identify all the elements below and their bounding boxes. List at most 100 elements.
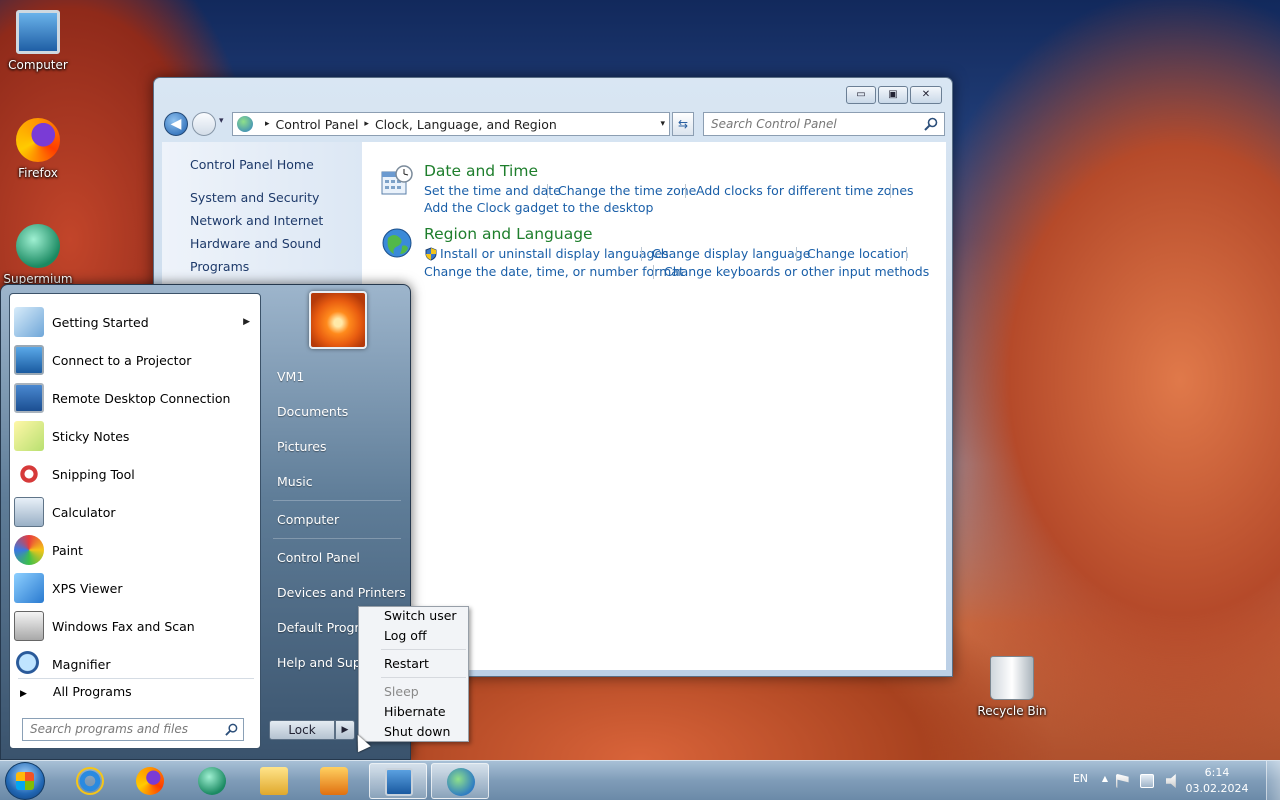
taskbar-remote-desktop[interactable] bbox=[369, 763, 427, 799]
sidebar-link-network-internet[interactable]: Network and Internet bbox=[190, 213, 323, 228]
action-center-flag-icon[interactable] bbox=[1116, 774, 1129, 788]
link-change-display-language[interactable]: Change display language bbox=[652, 246, 810, 261]
start-menu-programs-panel: Getting Started ▶ Connect to a Projector… bbox=[9, 293, 261, 749]
desktop-icon-supermium[interactable]: Supermium bbox=[0, 224, 80, 286]
windows-logo-icon bbox=[16, 772, 34, 790]
taskbar-media-player[interactable] bbox=[305, 763, 363, 799]
calculator-icon bbox=[14, 497, 44, 527]
sidebar-link-programs[interactable]: Programs bbox=[190, 259, 249, 274]
category-title-date-time[interactable]: Date and Time bbox=[424, 162, 538, 180]
taskbar-internet-explorer[interactable] bbox=[61, 763, 119, 799]
supermium-icon bbox=[16, 224, 60, 268]
volume-muted-icon[interactable] bbox=[1166, 774, 1176, 788]
link-change-location[interactable]: Change location bbox=[807, 246, 908, 261]
internet-explorer-icon bbox=[76, 767, 104, 795]
network-icon[interactable] bbox=[1140, 774, 1154, 788]
minimize-button[interactable]: ▭ bbox=[846, 86, 876, 104]
language-indicator[interactable]: EN bbox=[1073, 772, 1088, 785]
program-label: Getting Started bbox=[52, 314, 149, 330]
start-button[interactable] bbox=[5, 762, 45, 800]
desktop-icon-recycle-bin[interactable]: Recycle Bin bbox=[970, 656, 1054, 718]
taskbar-file-explorer[interactable] bbox=[245, 763, 303, 799]
program-getting-started[interactable]: Getting Started ▶ bbox=[14, 304, 258, 340]
address-dropdown-icon[interactable]: ▾ bbox=[660, 119, 665, 129]
control-panel-search-input[interactable]: Search Control Panel bbox=[703, 112, 945, 136]
places-pictures[interactable]: Pictures bbox=[277, 439, 327, 454]
forward-button[interactable] bbox=[192, 112, 216, 136]
category-title-region-language[interactable]: Region and Language bbox=[424, 225, 593, 243]
control-panel-content: Date and Time Set the time and date Chan… bbox=[362, 142, 946, 670]
link-divider bbox=[685, 184, 686, 198]
search-icon[interactable] bbox=[924, 117, 938, 131]
menu-item-hibernate[interactable]: Hibernate bbox=[384, 704, 446, 719]
program-connect-projector[interactable]: Connect to a Projector bbox=[14, 342, 258, 378]
start-menu: Getting Started ▶ Connect to a Projector… bbox=[0, 284, 411, 760]
clock-date: 03.02.2024 bbox=[1185, 782, 1249, 795]
snipping-tool-icon bbox=[14, 459, 44, 489]
places-control-panel[interactable]: Control Panel bbox=[277, 550, 360, 565]
program-sticky-notes[interactable]: Sticky Notes bbox=[14, 418, 258, 454]
link-change-keyboards[interactable]: Change keyboards or other input methods bbox=[664, 264, 929, 279]
start-search-placeholder: Search programs and files bbox=[30, 722, 188, 736]
program-remote-desktop[interactable]: Remote Desktop Connection bbox=[14, 380, 258, 416]
sidebar-link-home[interactable]: Control Panel Home bbox=[190, 157, 314, 172]
sidebar-link-hardware-sound[interactable]: Hardware and Sound bbox=[190, 236, 321, 251]
program-calculator[interactable]: Calculator bbox=[14, 494, 258, 530]
program-xps-viewer[interactable]: XPS Viewer bbox=[14, 570, 258, 606]
clock-calendar-icon bbox=[381, 165, 413, 195]
globe-icon bbox=[382, 228, 412, 258]
breadcrumb-control-panel[interactable]: Control Panel bbox=[276, 117, 359, 132]
places-documents[interactable]: Documents bbox=[277, 404, 348, 419]
link-add-clock-gadget[interactable]: Add the Clock gadget to the desktop bbox=[424, 200, 654, 215]
taskbar-supermium[interactable] bbox=[183, 763, 241, 799]
media-player-icon bbox=[320, 767, 348, 795]
link-change-date-time-format[interactable]: Change the date, time, or number format bbox=[424, 264, 684, 279]
breadcrumb-clock-language-region[interactable]: Clock, Language, and Region bbox=[375, 117, 557, 132]
maximize-button[interactable]: ▣ bbox=[878, 86, 908, 104]
program-label: Calculator bbox=[52, 504, 116, 520]
firefox-icon bbox=[136, 767, 164, 795]
taskbar: EN ▲ 6:14 03.02.2024 bbox=[0, 760, 1280, 800]
refresh-button[interactable]: ⇆ bbox=[672, 112, 694, 136]
show-hidden-icons-button[interactable]: ▲ bbox=[1102, 774, 1108, 783]
program-magnifier[interactable]: Magnifier bbox=[14, 646, 258, 682]
link-change-time-zone[interactable]: Change the time zone bbox=[558, 183, 696, 198]
taskbar-control-panel[interactable] bbox=[431, 763, 489, 799]
all-programs-button[interactable]: ▶ All Programs bbox=[20, 684, 132, 699]
menu-item-log-off[interactable]: Log off bbox=[384, 628, 427, 643]
places-devices-printers[interactable]: Devices and Printers bbox=[277, 585, 406, 600]
recent-pages-icon[interactable]: ▾ bbox=[219, 116, 224, 126]
places-computer[interactable]: Computer bbox=[277, 512, 339, 527]
link-add-clocks[interactable]: Add clocks for different time zones bbox=[696, 183, 914, 198]
desktop-icon-firefox[interactable]: Firefox bbox=[0, 118, 80, 180]
link-set-time-date[interactable]: Set the time and date bbox=[424, 183, 561, 198]
back-button[interactable]: ◀ bbox=[164, 112, 188, 136]
user-avatar[interactable] bbox=[309, 291, 367, 349]
lock-button[interactable]: Lock bbox=[269, 720, 335, 740]
taskbar-firefox[interactable] bbox=[121, 763, 179, 799]
menu-item-restart[interactable]: Restart bbox=[384, 656, 429, 671]
remote-desktop-icon bbox=[14, 383, 44, 413]
search-icon[interactable] bbox=[225, 723, 238, 736]
menu-item-shut-down[interactable]: Shut down bbox=[384, 724, 450, 739]
sidebar-link-system-security[interactable]: System and Security bbox=[190, 190, 319, 205]
menu-item-switch-user[interactable]: Switch user bbox=[384, 608, 457, 623]
program-label: Connect to a Projector bbox=[52, 352, 192, 368]
power-options-menu: Switch user Log off Restart Sleep Hibern… bbox=[358, 606, 469, 742]
close-button[interactable]: ✕ bbox=[910, 86, 942, 104]
address-bar[interactable]: ▸ Control Panel ▸ Clock, Language, and R… bbox=[232, 112, 670, 136]
show-desktop-button[interactable] bbox=[1266, 761, 1280, 800]
start-search-input[interactable]: Search programs and files bbox=[22, 718, 244, 741]
places-user-folder[interactable]: VM1 bbox=[277, 369, 304, 384]
program-paint[interactable]: Paint bbox=[14, 532, 258, 568]
places-music[interactable]: Music bbox=[277, 474, 313, 489]
desktop-icon-computer[interactable]: Computer bbox=[0, 10, 80, 72]
link-install-display-languages[interactable]: Install or uninstall display languages bbox=[440, 246, 669, 261]
computer-icon bbox=[16, 10, 60, 54]
program-label: Magnifier bbox=[52, 656, 111, 672]
program-fax-scan[interactable]: Windows Fax and Scan bbox=[14, 608, 258, 644]
program-snipping-tool[interactable]: Snipping Tool bbox=[14, 456, 258, 492]
program-label: Sticky Notes bbox=[52, 428, 130, 444]
clock[interactable]: 6:14 03.02.2024 bbox=[1182, 765, 1252, 797]
program-label: XPS Viewer bbox=[52, 580, 123, 596]
